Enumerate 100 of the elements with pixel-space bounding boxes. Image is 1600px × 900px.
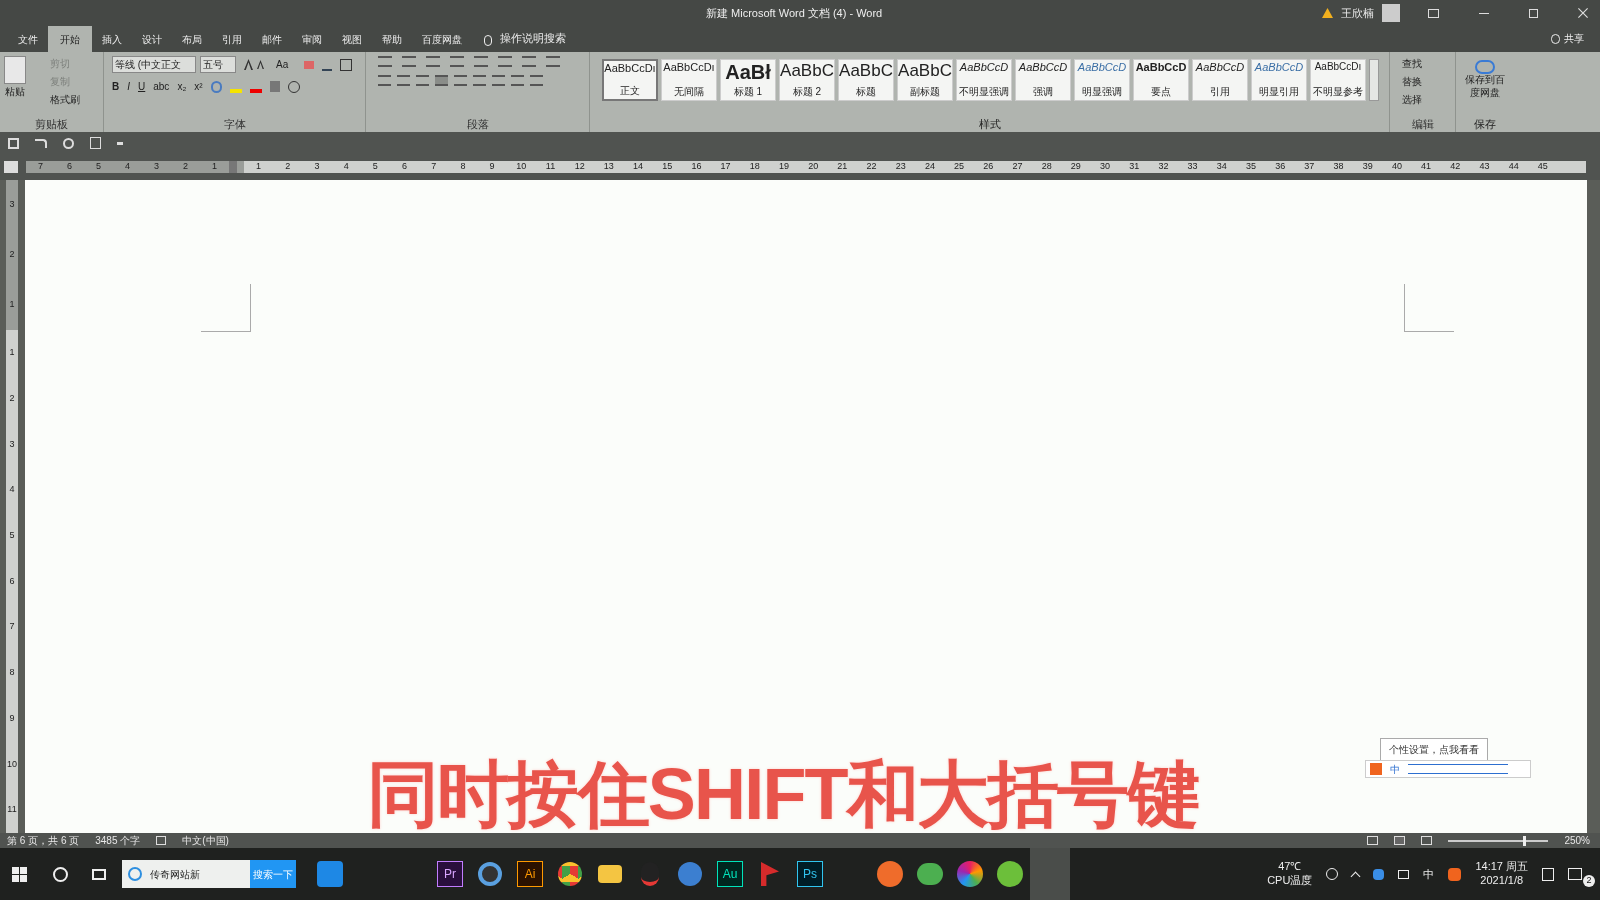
style-gallery-item[interactable]: AaBbC 标题: [838, 59, 894, 101]
editing-button[interactable]: 选择: [1402, 92, 1422, 107]
ime-tools-icon[interactable]: [1408, 764, 1508, 774]
taskbar-button[interactable]: Au: [710, 848, 750, 900]
ribbon-tab[interactable]: 布局: [172, 26, 212, 52]
read-mode-icon[interactable]: [1367, 836, 1379, 845]
zoom-level[interactable]: 250%: [1564, 833, 1590, 848]
paragraph-tool-icon[interactable]: [402, 56, 416, 67]
app-icon[interactable]: Ps: [797, 861, 823, 887]
clipboard-button[interactable]: 格式刷: [34, 92, 80, 107]
paragraph-tool-icon[interactable]: [522, 56, 536, 67]
align-icon[interactable]: [511, 75, 524, 86]
task-view-icon[interactable]: [92, 868, 106, 880]
style-gallery-item[interactable]: AaBbC 副标题: [897, 59, 953, 101]
change-case-button[interactable]: Aa: [276, 57, 289, 72]
style-gallery-item[interactable]: AaBbCcD 要点: [1133, 59, 1189, 101]
word-count[interactable]: 3485 个字: [95, 833, 141, 848]
paste-button[interactable]: 粘贴: [5, 84, 25, 99]
paragraph-tool-icon[interactable]: [426, 56, 440, 67]
ribbon-tab[interactable]: 审阅: [292, 26, 332, 52]
start-icon[interactable]: [12, 866, 27, 882]
paragraph-tool-icon[interactable]: [450, 56, 464, 67]
share-button[interactable]: 共享: [1564, 31, 1584, 46]
paragraph-tool-icon[interactable]: [546, 56, 560, 67]
style-gallery-item[interactable]: AaBbCcD 强调: [1015, 59, 1071, 101]
ribbon-display-icon[interactable]: [1428, 8, 1439, 18]
font-name-field[interactable]: 等线 (中文正文: [112, 56, 196, 73]
save-cloud-button[interactable]: 保存到百度网盘: [1463, 74, 1507, 99]
app-icon[interactable]: Au: [717, 861, 743, 887]
sogou-icon[interactable]: [1448, 867, 1462, 881]
minimize-icon[interactable]: [1479, 12, 1489, 14]
border-text-icon[interactable]: [340, 58, 353, 71]
style-gallery-item[interactable]: AaBbCcD 明显引用: [1251, 59, 1307, 101]
zoom-slider[interactable]: [1523, 835, 1527, 846]
format-button[interactable]: x²: [194, 79, 203, 94]
web-layout-icon[interactable]: [1421, 836, 1433, 845]
taskbar-button[interactable]: Ps: [790, 848, 830, 900]
align-icon[interactable]: [454, 75, 467, 86]
format-button[interactable]: I: [127, 79, 130, 94]
print-layout-icon[interactable]: [1394, 836, 1406, 845]
paragraph-tool-icon[interactable]: [378, 56, 392, 67]
style-gallery-item[interactable]: AaBbCcDı 无间隔: [661, 59, 717, 101]
align-icon[interactable]: [397, 75, 410, 86]
clock-date[interactable]: 2021/1/8: [1480, 874, 1524, 888]
ribbon-tab[interactable]: 邮件: [252, 26, 292, 52]
ribbon-tab[interactable]: 帮助: [372, 26, 412, 52]
app-icon[interactable]: Ai: [517, 861, 543, 887]
align-icon[interactable]: [416, 75, 429, 86]
ime-indicator[interactable]: 中: [1423, 865, 1435, 883]
clock-time[interactable]: 14:17 周五: [1475, 860, 1528, 874]
taskbar-button[interactable]: Ai: [510, 848, 550, 900]
page-count[interactable]: 第 6 页，共 6 页: [7, 833, 80, 848]
ribbon-tab[interactable]: 插入: [92, 26, 132, 52]
app-icon[interactable]: Pr: [437, 861, 463, 887]
restore-icon[interactable]: [1529, 8, 1538, 18]
notification-icon[interactable]: [1568, 868, 1582, 880]
ribbon-tab[interactable]: 设计: [132, 26, 172, 52]
style-gallery-item[interactable]: AaBbCcDı 正文: [602, 59, 658, 101]
align-icon[interactable]: [492, 75, 505, 86]
style-gallery-item[interactable]: AaBbCcD 不明显强调: [956, 59, 1012, 101]
style-gallery-item[interactable]: AaBbCcD 明显强调: [1074, 59, 1130, 101]
app-icon[interactable]: [877, 861, 903, 887]
cpu-temperature-label[interactable]: CPU温度: [1267, 874, 1313, 888]
taskbar-button[interactable]: Pr: [430, 848, 470, 900]
grow-font-icon[interactable]: [244, 59, 253, 70]
app-icon[interactable]: [558, 862, 582, 886]
format-button[interactable]: B: [112, 79, 120, 94]
paragraph-tool-icon[interactable]: [498, 56, 512, 67]
style-gallery-item[interactable]: AaBbCcDı 不明显参考: [1310, 59, 1366, 101]
editing-button[interactable]: 查找: [1402, 56, 1422, 71]
style-gallery-item[interactable]: AaBbCcD 引用: [1192, 59, 1248, 101]
format-button[interactable]: abc: [153, 79, 170, 94]
align-icon[interactable]: [530, 75, 543, 86]
format-button[interactable]: U: [138, 79, 146, 94]
ribbon-tab[interactable]: 开始: [48, 26, 92, 52]
ribbon-tab[interactable]: 引用: [212, 26, 252, 52]
network-icon[interactable]: [1398, 869, 1410, 879]
align-icon[interactable]: [378, 75, 391, 86]
tray-icon[interactable]: [1373, 868, 1385, 880]
format-button[interactable]: x₂: [177, 79, 187, 94]
style-gallery-item[interactable]: AaBbC 标题 2: [779, 59, 835, 101]
app-icon[interactable]: [478, 862, 502, 886]
ime-mode[interactable]: 中: [1390, 761, 1400, 777]
language-status[interactable]: 中文(中国): [182, 833, 229, 848]
style-gallery-item[interactable]: AaBł 标题 1: [720, 59, 776, 101]
app-icon[interactable]: [997, 861, 1023, 887]
indent-marker[interactable]: [229, 161, 237, 173]
cpu-temperature[interactable]: 47℃: [1278, 860, 1302, 874]
font-size-field[interactable]: 五号: [200, 56, 236, 73]
ime-toolbar[interactable]: 中: [1365, 760, 1531, 778]
ribbon-tab[interactable]: 视图: [332, 26, 372, 52]
document-page[interactable]: 同时按住SHIFT和大括号键 个性设置，点我看看 中: [25, 180, 1587, 833]
ribbon-tab[interactable]: 百度网盘: [412, 26, 472, 52]
app-icon[interactable]: [957, 861, 983, 887]
clipboard-icon[interactable]: [4, 56, 26, 84]
tell-me-search[interactable]: 操作说明搜索: [500, 29, 566, 46]
align-icon[interactable]: [473, 75, 486, 86]
search-icon[interactable]: [53, 866, 68, 882]
ribbon-tab[interactable]: 文件: [8, 26, 48, 52]
paragraph-tool-icon[interactable]: [474, 56, 488, 67]
